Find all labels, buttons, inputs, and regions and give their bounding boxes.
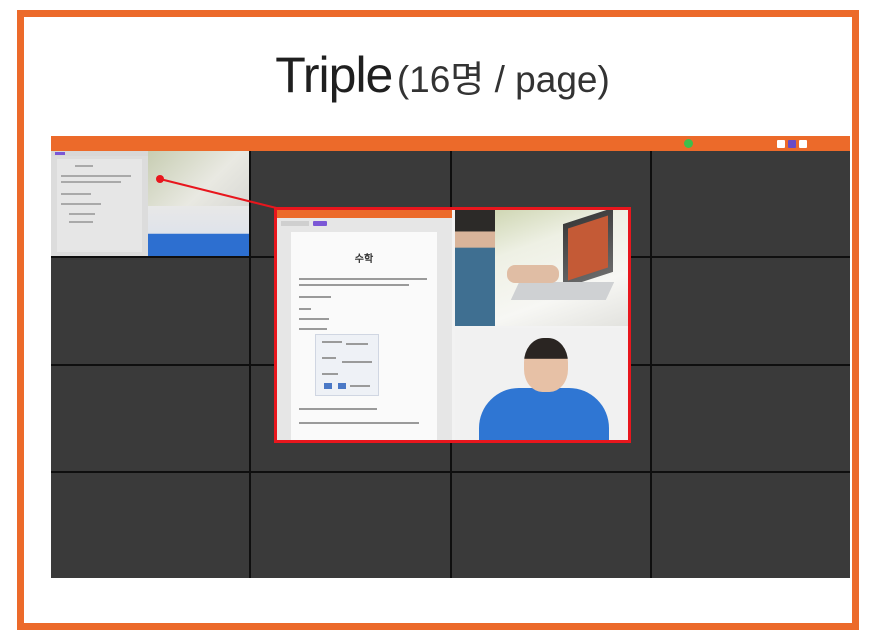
- participant-tile[interactable]: [651, 258, 850, 364]
- webcam-thumb-bottom: [148, 205, 250, 257]
- document-title: 수학: [354, 254, 374, 265]
- title-main: Triple: [275, 47, 393, 103]
- webcam-feed-hands: [455, 210, 628, 326]
- webcam-feed-face: [455, 328, 628, 440]
- toolbar-icon[interactable]: [788, 140, 796, 148]
- participant-tile[interactable]: [51, 365, 250, 471]
- title-sub: (16명 / page): [396, 59, 610, 100]
- shared-document: 수학: [277, 210, 452, 440]
- enlarged-participant-view[interactable]: 수학: [274, 207, 631, 443]
- participant-tile-active[interactable]: [51, 151, 250, 257]
- math-figure: [315, 334, 379, 396]
- mini-document-thumb: [51, 151, 149, 257]
- toolbar-icon[interactable]: [799, 140, 807, 148]
- participant-tile[interactable]: [51, 472, 250, 578]
- page-title: Triple (16명 / page): [0, 50, 885, 100]
- top-bar: [51, 136, 850, 151]
- document-page: 수학: [291, 232, 437, 440]
- toolbar-icon[interactable]: [777, 140, 785, 148]
- zoom-anchor-dot: [156, 175, 164, 183]
- doc-tab[interactable]: [313, 221, 327, 226]
- participant-tile[interactable]: [651, 472, 850, 578]
- participant-tile[interactable]: [651, 151, 850, 257]
- participant-tile[interactable]: [451, 472, 650, 578]
- participant-tile[interactable]: [651, 365, 850, 471]
- status-green-icon: [684, 139, 693, 148]
- participant-tile[interactable]: [51, 258, 250, 364]
- participant-tile[interactable]: [251, 472, 450, 578]
